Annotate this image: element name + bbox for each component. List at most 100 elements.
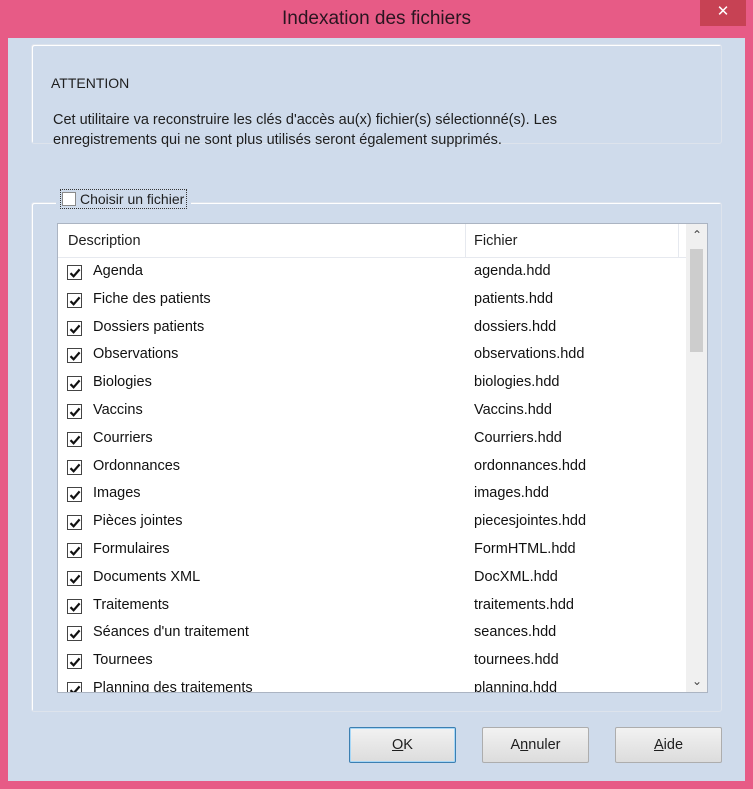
checkmark-icon bbox=[69, 491, 81, 501]
close-button[interactable]: ✕ bbox=[700, 0, 746, 26]
attention-line-1: Cet utilitaire va reconstruire les clés … bbox=[53, 112, 558, 128]
checkmark-icon bbox=[69, 685, 81, 692]
choose-file-legend: Choisir un fichier bbox=[56, 189, 192, 209]
row-description: Images bbox=[93, 485, 141, 502]
row-checkbox[interactable] bbox=[67, 376, 82, 392]
attention-message: Cet utilitaire va reconstruire les clés … bbox=[53, 110, 703, 150]
table-row[interactable]: Séances d'un traitement seances.hdd bbox=[58, 621, 686, 649]
row-description: Formulaires bbox=[93, 540, 170, 557]
row-checkbox[interactable] bbox=[67, 403, 82, 419]
row-checkbox[interactable] bbox=[67, 570, 82, 586]
row-file: seances.hdd bbox=[474, 624, 557, 641]
row-checkbox[interactable] bbox=[67, 487, 82, 503]
row-checkbox[interactable] bbox=[67, 654, 82, 670]
table-row[interactable]: Observations observations.hdd bbox=[58, 343, 686, 371]
title-bar: Indexation des fichiers ✕ bbox=[0, 0, 753, 38]
row-description: Planning des traitements bbox=[93, 679, 253, 693]
checkmark-icon bbox=[69, 463, 81, 473]
table-row[interactable]: Agenda agenda.hdd bbox=[58, 260, 686, 288]
checkmark-icon bbox=[69, 296, 81, 306]
checkmark-icon bbox=[69, 546, 81, 556]
column-divider[interactable] bbox=[678, 224, 679, 258]
column-header-file[interactable]: Fichier bbox=[474, 233, 518, 249]
dialog-window: Indexation des fichiers ✕ ATTENTION Cet … bbox=[0, 0, 753, 789]
checkmark-icon bbox=[69, 268, 81, 278]
row-checkbox[interactable] bbox=[67, 348, 82, 364]
cancel-button[interactable]: Annuler bbox=[482, 727, 589, 763]
table-row[interactable]: Formulaires FormHTML.hdd bbox=[58, 538, 686, 566]
attention-line-2: enregistrements qui ne sont plus utilisé… bbox=[53, 132, 502, 148]
row-description: Documents XML bbox=[93, 568, 201, 585]
row-description: Agenda bbox=[93, 263, 143, 279]
checkmark-icon bbox=[69, 518, 81, 529]
row-checkbox[interactable] bbox=[67, 320, 82, 336]
scroll-up-icon[interactable]: ⌃ bbox=[686, 224, 707, 246]
row-checkbox[interactable] bbox=[67, 681, 82, 692]
table-row[interactable]: Planning des traitements planning.hdd bbox=[58, 677, 686, 693]
row-file: biologies.hdd bbox=[474, 374, 560, 391]
cancel-label-start: A bbox=[510, 737, 521, 753]
row-file: tournees.hdd bbox=[474, 652, 559, 669]
row-checkbox[interactable] bbox=[67, 292, 82, 308]
row-file: DocXML.hdd bbox=[474, 568, 558, 585]
row-description: Ordonnances bbox=[93, 457, 181, 474]
column-divider[interactable] bbox=[465, 224, 466, 258]
row-file: Vaccins.hdd bbox=[474, 401, 552, 418]
ok-label-rest: K bbox=[403, 737, 413, 753]
help-label-rest: ide bbox=[663, 737, 684, 753]
row-file: images.hdd bbox=[474, 485, 549, 502]
row-description: Dossiers patients bbox=[93, 318, 205, 335]
choose-file-check-square[interactable] bbox=[62, 192, 76, 206]
table-row[interactable]: Dossiers patients dossiers.hdd bbox=[58, 316, 686, 344]
row-checkbox[interactable] bbox=[67, 431, 82, 447]
table-row[interactable]: Courriers Courriers.hdd bbox=[58, 427, 686, 455]
row-file: patients.hdd bbox=[474, 290, 554, 307]
table-row[interactable]: Pièces jointes piecesjointes.hdd bbox=[58, 510, 686, 538]
help-mnemonic: A bbox=[653, 737, 664, 753]
checkmark-icon bbox=[69, 379, 81, 390]
row-checkbox[interactable] bbox=[67, 459, 82, 475]
checkmark-icon bbox=[69, 324, 81, 334]
row-description: Traitements bbox=[93, 596, 170, 613]
row-description: Séances d'un traitement bbox=[93, 624, 249, 641]
row-checkbox[interactable] bbox=[67, 598, 82, 614]
row-checkbox[interactable] bbox=[67, 542, 82, 558]
table-row[interactable]: Tournees tournees.hdd bbox=[58, 649, 686, 677]
table-row[interactable]: Vaccins Vaccins.hdd bbox=[58, 399, 686, 427]
choose-file-checkbox[interactable]: Choisir un fichier bbox=[60, 189, 188, 209]
row-checkbox[interactable] bbox=[67, 265, 82, 280]
scroll-thumb[interactable] bbox=[690, 249, 703, 352]
row-file: ordonnances.hdd bbox=[474, 457, 587, 474]
checkmark-icon bbox=[69, 352, 81, 362]
row-file: piecesjointes.hdd bbox=[474, 513, 587, 530]
row-description: Fiche des patients bbox=[93, 290, 211, 307]
row-file: traitements.hdd bbox=[474, 596, 574, 613]
table-row[interactable]: Fiche des patients patients.hdd bbox=[58, 288, 686, 316]
checkmark-icon bbox=[69, 435, 81, 445]
close-icon: ✕ bbox=[716, 3, 730, 20]
row-checkbox[interactable] bbox=[67, 515, 82, 531]
file-list[interactable]: Description Fichier Agenda agenda.hdd Fich… bbox=[57, 223, 708, 693]
help-button[interactable]: Aide bbox=[615, 727, 722, 763]
row-file: planning.hdd bbox=[474, 679, 558, 693]
ok-button[interactable]: OK bbox=[349, 727, 456, 763]
checkmark-icon bbox=[69, 630, 81, 640]
row-file: dossiers.hdd bbox=[474, 318, 557, 335]
table-row[interactable]: Ordonnances ordonnances.hdd bbox=[58, 455, 686, 483]
row-description: Vaccins bbox=[93, 401, 143, 418]
row-checkbox[interactable] bbox=[67, 626, 82, 642]
table-row[interactable]: Traitements traitements.hdd bbox=[58, 594, 686, 622]
choose-file-label: Choisir un fichier bbox=[80, 191, 185, 207]
table-row[interactable]: Biologies biologies.hdd bbox=[58, 371, 686, 399]
window-title: Indexation des fichiers bbox=[281, 8, 472, 29]
table-row[interactable]: Documents XML DocXML.hdd bbox=[58, 566, 686, 594]
column-header-description[interactable]: Description bbox=[68, 233, 141, 249]
vertical-scrollbar[interactable]: ⌃ ⌄ bbox=[686, 224, 707, 692]
attention-legend: ATTENTION bbox=[47, 75, 134, 91]
list-header: Description Fichier bbox=[58, 224, 686, 258]
row-file: Courriers.hdd bbox=[474, 429, 562, 446]
row-description: Courriers bbox=[93, 429, 153, 446]
table-row[interactable]: Images images.hdd bbox=[58, 482, 686, 510]
row-description: Tournees bbox=[93, 652, 153, 669]
scroll-down-icon[interactable]: ⌄ bbox=[686, 670, 707, 692]
